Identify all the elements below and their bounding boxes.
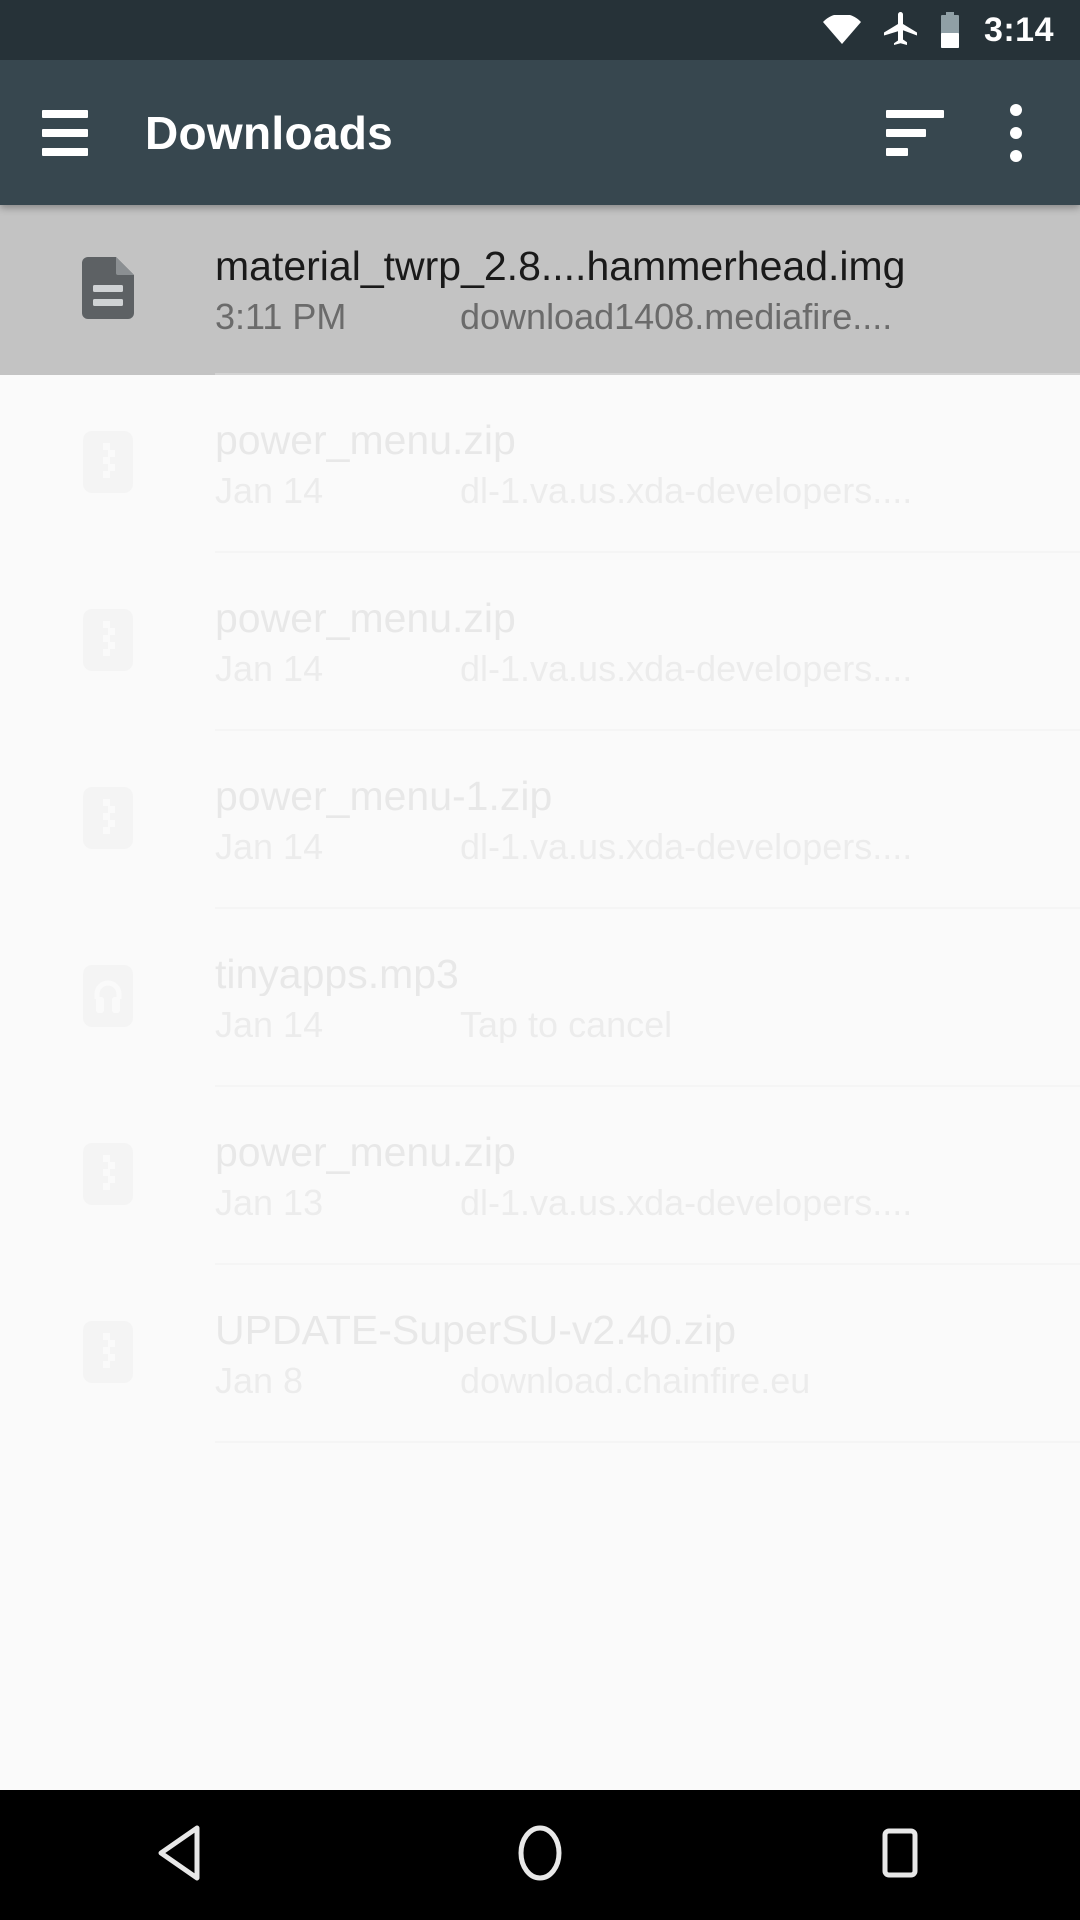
file-type-icon-cell bbox=[0, 1320, 215, 1388]
file-source: dl-1.va.us.xda-developers.... bbox=[460, 827, 913, 866]
file-type-icon-cell bbox=[0, 964, 215, 1032]
file-name: tinyapps.mp3 bbox=[215, 952, 459, 996]
list-item-text: tinyapps.mp3 Jan 14 Tap to cancel bbox=[215, 953, 1080, 1044]
file-date: Jan 14 bbox=[215, 1003, 324, 1045]
file-date: Jan 14 bbox=[215, 647, 324, 689]
downloads-list[interactable]: material_twrp_2.8....hammerhead.img 3:11… bbox=[0, 205, 1080, 1790]
list-item-meta: Jan 14 dl-1.va.us.xda-developers.... bbox=[215, 825, 1040, 867]
file-name: material_twrp_2.8....hammerhead.img bbox=[215, 244, 906, 288]
back-triangle-icon bbox=[153, 1824, 207, 1887]
file-date: Jan 14 bbox=[215, 825, 324, 867]
document-file-icon bbox=[81, 256, 134, 324]
recents-square-icon bbox=[873, 1824, 927, 1887]
airplane-mode-icon bbox=[882, 12, 918, 48]
zip-file-icon bbox=[82, 1320, 133, 1388]
list-item[interactable]: power_menu.zip Jan 14 dl-1.va.us.xda-dev… bbox=[0, 375, 1080, 553]
list-item-text: power_menu.zip Jan 14 dl-1.va.us.xda-dev… bbox=[215, 419, 1080, 510]
file-type-icon-cell bbox=[0, 608, 215, 676]
list-item-meta: Jan 13 dl-1.va.us.xda-developers.... bbox=[215, 1181, 1040, 1223]
list-item-text: UPDATE-SuperSU-v2.40.zip Jan 8 download.… bbox=[215, 1309, 1080, 1400]
page-title: Downloads bbox=[145, 106, 394, 159]
list-item-meta: Jan 8 download.chainfire.eu bbox=[215, 1359, 1040, 1401]
file-name: power_menu.zip bbox=[215, 1130, 516, 1174]
file-source: dl-1.va.us.xda-developers.... bbox=[460, 1183, 913, 1222]
wifi-icon bbox=[822, 15, 862, 45]
zip-file-icon bbox=[82, 430, 133, 498]
list-item-meta: 3:11 PM download1408.mediafire.... bbox=[215, 295, 1040, 337]
file-date: 3:11 PM bbox=[215, 295, 347, 337]
android-navigation-bar bbox=[0, 1790, 1080, 1920]
zip-file-icon bbox=[82, 786, 133, 854]
zip-file-icon bbox=[82, 608, 133, 676]
list-item[interactable]: power_menu.zip Jan 14 dl-1.va.us.xda-dev… bbox=[0, 553, 1080, 731]
home-circle-icon bbox=[513, 1824, 567, 1887]
file-date: Jan 14 bbox=[215, 469, 324, 511]
list-item[interactable]: power_menu-1.zip Jan 14 dl-1.va.us.xda-d… bbox=[0, 731, 1080, 909]
file-name: power_menu.zip bbox=[215, 418, 516, 462]
file-type-icon-cell bbox=[0, 786, 215, 854]
file-date: Jan 13 bbox=[215, 1181, 324, 1223]
app-toolbar: Downloads bbox=[0, 60, 1080, 205]
list-divider bbox=[215, 1441, 1080, 1443]
sort-icon[interactable] bbox=[886, 109, 944, 156]
file-name: UPDATE-SuperSU-v2.40.zip bbox=[215, 1308, 737, 1352]
list-item[interactable]: tinyapps.mp3 Jan 14 Tap to cancel bbox=[0, 909, 1080, 1087]
file-source: dl-1.va.us.xda-developers.... bbox=[460, 471, 913, 510]
list-item[interactable]: UPDATE-SuperSU-v2.40.zip Jan 8 download.… bbox=[0, 1265, 1080, 1443]
list-item[interactable]: material_twrp_2.8....hammerhead.img 3:11… bbox=[0, 205, 1080, 375]
file-source: download.chainfire.eu bbox=[460, 1361, 811, 1400]
back-button[interactable] bbox=[80, 1790, 280, 1920]
file-date: Jan 8 bbox=[215, 1359, 304, 1401]
file-source: dl-1.va.us.xda-developers.... bbox=[460, 649, 913, 688]
list-item-meta: Jan 14 dl-1.va.us.xda-developers.... bbox=[215, 647, 1040, 689]
list-item-text: material_twrp_2.8....hammerhead.img 3:11… bbox=[215, 245, 1080, 336]
list-item-meta: Jan 14 Tap to cancel bbox=[215, 1003, 1040, 1045]
audio-file-icon bbox=[82, 964, 133, 1032]
overflow-menu-icon[interactable] bbox=[1010, 103, 1022, 162]
file-source: download1408.mediafire.... bbox=[460, 297, 893, 336]
file-type-icon-cell bbox=[0, 430, 215, 498]
list-item-text: power_menu.zip Jan 13 dl-1.va.us.xda-dev… bbox=[215, 1131, 1080, 1222]
list-item-text: power_menu-1.zip Jan 14 dl-1.va.us.xda-d… bbox=[215, 775, 1080, 866]
file-type-icon-cell bbox=[0, 1142, 215, 1210]
list-item-meta: Jan 14 dl-1.va.us.xda-developers.... bbox=[215, 469, 1040, 511]
file-source[interactable]: Tap to cancel bbox=[460, 1006, 672, 1044]
file-type-icon-cell bbox=[0, 256, 215, 324]
battery-icon bbox=[938, 12, 962, 48]
file-name: power_menu.zip bbox=[215, 596, 516, 640]
hamburger-menu-icon[interactable] bbox=[42, 109, 88, 156]
recents-button[interactable] bbox=[800, 1790, 1000, 1920]
home-button[interactable] bbox=[440, 1790, 640, 1920]
list-item[interactable]: power_menu.zip Jan 13 dl-1.va.us.xda-dev… bbox=[0, 1087, 1080, 1265]
zip-file-icon bbox=[82, 1142, 133, 1210]
file-name: power_menu-1.zip bbox=[215, 774, 553, 818]
list-item-text: power_menu.zip Jan 14 dl-1.va.us.xda-dev… bbox=[215, 597, 1080, 688]
status-bar-clock: 3:14 bbox=[983, 11, 1054, 49]
status-bar: 3:14 bbox=[0, 0, 1080, 60]
